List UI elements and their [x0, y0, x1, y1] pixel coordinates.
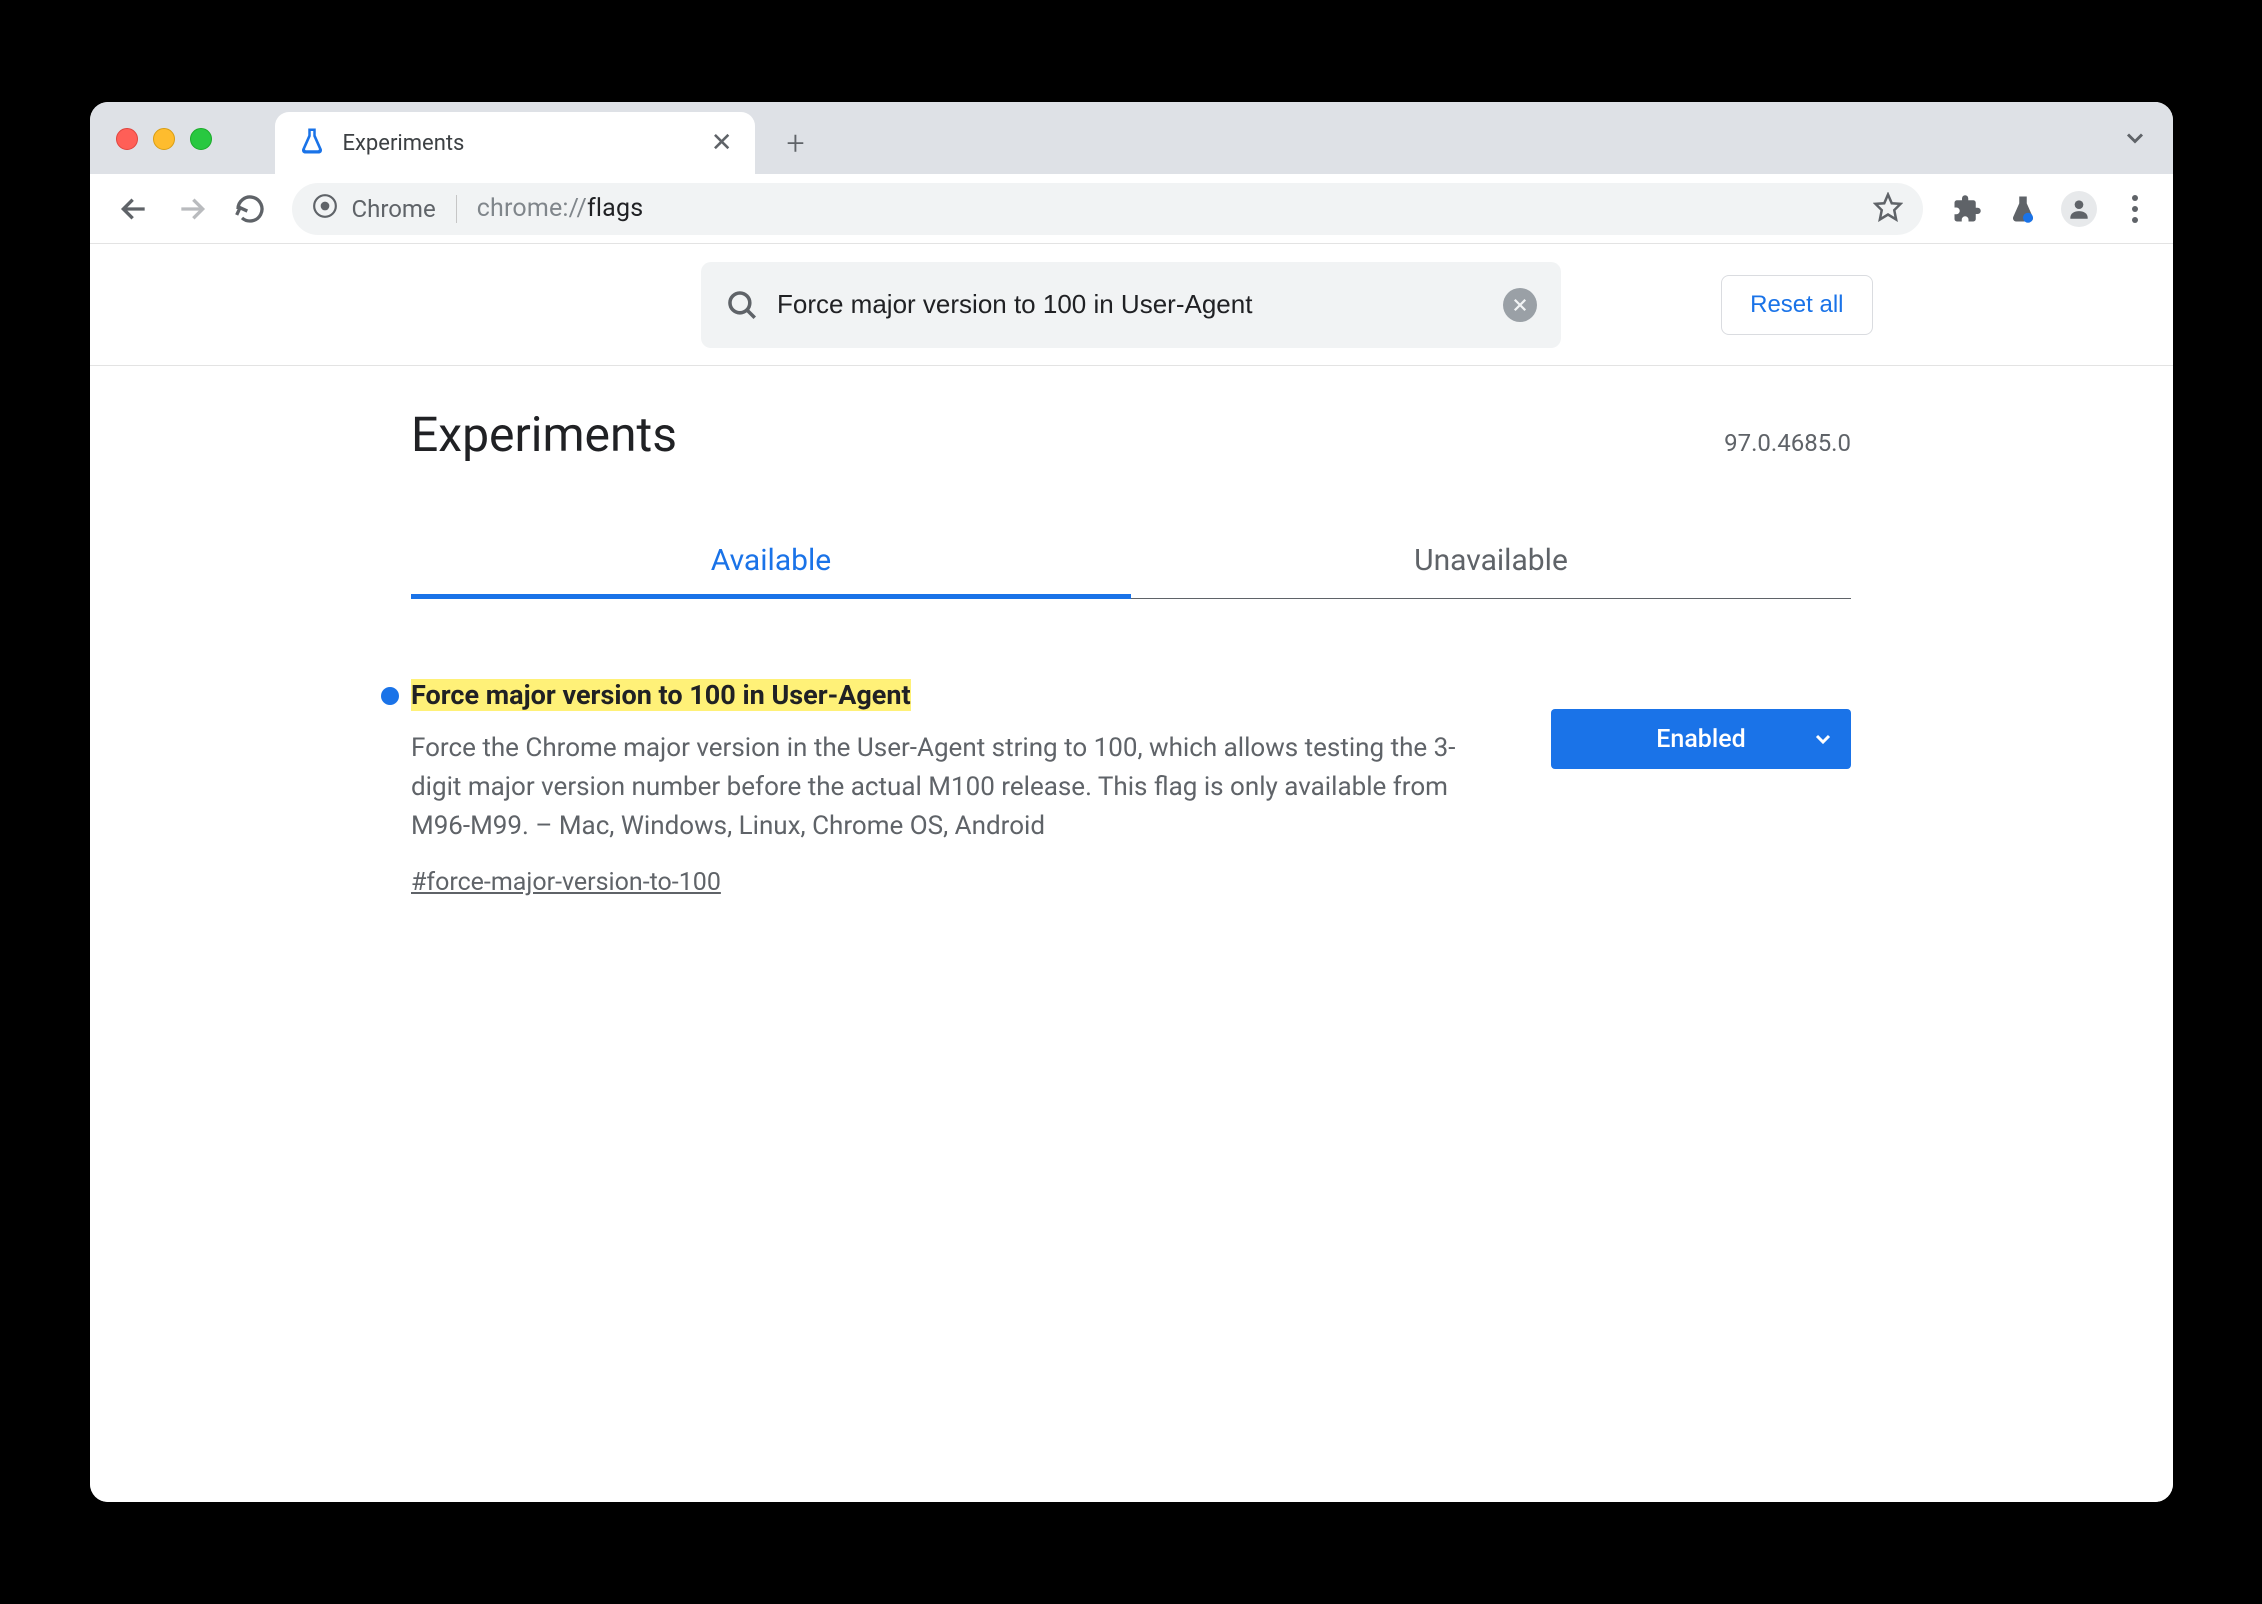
flag-modified-indicator-icon	[381, 687, 399, 705]
flags-search-input[interactable]	[777, 289, 1485, 320]
flags-search-row: Reset all	[90, 244, 2173, 366]
chevron-down-icon	[1811, 727, 1835, 751]
reset-all-button[interactable]: Reset all	[1721, 275, 1872, 335]
bookmark-star-icon[interactable]	[1873, 192, 1903, 226]
overflow-menu-icon[interactable]	[2117, 195, 2153, 223]
page-content: Reset all Experiments 97.0.4685.0 Availa…	[90, 244, 2173, 1502]
flag-anchor-link[interactable]: #force-major-version-to-100	[411, 868, 721, 897]
flags-search-box	[701, 262, 1561, 348]
flag-title: Force major version to 100 in User-Agent	[411, 679, 911, 711]
profile-avatar[interactable]	[2061, 191, 2097, 227]
flags-content: Experiments 97.0.4685.0 Available Unavai…	[411, 366, 1851, 897]
window-minimize-button[interactable]	[153, 128, 175, 150]
toolbar-actions	[1949, 191, 2153, 227]
flag-body: Force major version to 100 in User-Agent…	[411, 679, 1511, 897]
tab-title: Experiments	[343, 131, 695, 156]
toolbar: Chrome chrome://flags	[90, 174, 2173, 244]
titlebar: Experiments ✕ +	[90, 102, 2173, 174]
browser-tab[interactable]: Experiments ✕	[275, 112, 755, 174]
tab-unavailable[interactable]: Unavailable	[1131, 523, 1851, 598]
flag-description: Force the Chrome major version in the Us…	[411, 729, 1491, 846]
chrome-chip-icon	[312, 193, 338, 225]
window-controls	[116, 128, 212, 150]
address-chip-label: Chrome	[352, 195, 436, 223]
new-tab-button[interactable]: +	[773, 120, 819, 166]
flags-tabs: Available Unavailable	[411, 523, 1851, 599]
back-button[interactable]	[110, 185, 158, 233]
window-close-button[interactable]	[116, 128, 138, 150]
forward-button[interactable]	[168, 185, 216, 233]
clear-search-icon[interactable]	[1503, 288, 1537, 322]
address-bar[interactable]: Chrome chrome://flags	[292, 183, 1923, 235]
heading-row: Experiments 97.0.4685.0	[411, 406, 1851, 463]
tab-close-icon[interactable]: ✕	[711, 130, 733, 156]
flask-icon	[297, 126, 327, 160]
address-separator	[456, 195, 457, 223]
window-maximize-button[interactable]	[190, 128, 212, 150]
chrome-version: 97.0.4685.0	[1724, 429, 1851, 457]
search-icon	[725, 288, 759, 322]
reload-button[interactable]	[226, 185, 274, 233]
browser-window: Experiments ✕ + Chrome chrome://flags	[90, 102, 2173, 1502]
flag-item: Force major version to 100 in User-Agent…	[411, 679, 1851, 897]
extensions-icon[interactable]	[1949, 191, 1985, 227]
flag-state-select[interactable]: Enabled	[1551, 709, 1851, 769]
flag-state-value: Enabled	[1656, 725, 1745, 754]
labs-flask-icon[interactable]	[2005, 191, 2041, 227]
address-url: chrome://flags	[477, 194, 644, 223]
tab-list-chevron-icon[interactable]	[2121, 124, 2149, 156]
page-title: Experiments	[411, 406, 677, 463]
tab-available[interactable]: Available	[411, 523, 1131, 598]
